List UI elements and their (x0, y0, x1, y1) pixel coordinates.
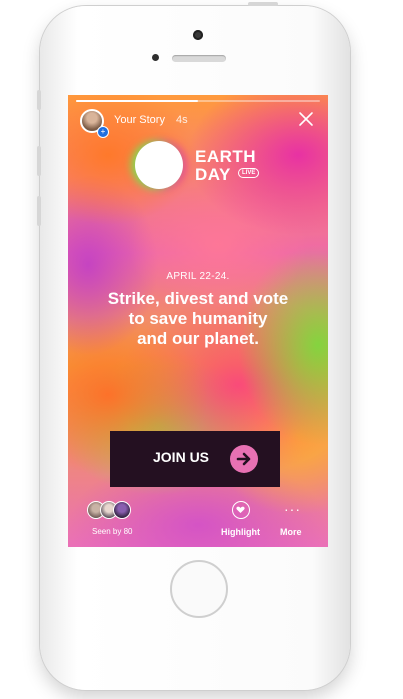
headline-line-2: to save humanity (128, 309, 268, 328)
home-button[interactable] (170, 560, 228, 618)
front-camera (193, 30, 203, 40)
earpiece-speaker (172, 55, 226, 62)
volume-up-button (37, 146, 41, 176)
proximity-sensor (152, 54, 159, 61)
event-date: APRIL 22-24. (166, 271, 230, 282)
highlight-label[interactable]: Highlight (221, 527, 260, 537)
story-user-label[interactable]: Your Story (114, 114, 165, 126)
viewer-avatar (113, 501, 131, 519)
story-timestamp: 4s (176, 114, 188, 126)
live-badge: LIVE (238, 168, 260, 178)
power-button (248, 2, 278, 6)
brand-line2: DAY (195, 165, 231, 184)
seen-by-count[interactable]: Seen by 80 (92, 527, 132, 536)
story-screen: + Your Story 4s EARTH DAY LIVE APRIL 22-… (68, 95, 328, 547)
mute-switch (37, 90, 41, 110)
arrow-right-icon (230, 445, 258, 473)
heart-icon[interactable] (232, 501, 250, 519)
earth-day-logo-circle (135, 141, 183, 189)
headline-line-1: Strike, divest and vote (107, 289, 289, 308)
close-icon[interactable] (298, 111, 314, 127)
story-progress-bar (76, 100, 320, 102)
more-dots-icon[interactable]: ··· (284, 501, 301, 517)
join-us-label: JOIN US (153, 449, 210, 465)
headline-line-3: and our planet. (137, 329, 259, 348)
brand-line1: EARTH (195, 147, 257, 166)
join-us-button[interactable]: JOIN US (110, 431, 280, 487)
volume-down-button (37, 196, 41, 226)
more-label[interactable]: More (280, 527, 302, 537)
add-story-icon[interactable]: + (97, 126, 109, 138)
viewer-avatars[interactable] (87, 501, 147, 521)
story-progress-fill (76, 100, 198, 102)
